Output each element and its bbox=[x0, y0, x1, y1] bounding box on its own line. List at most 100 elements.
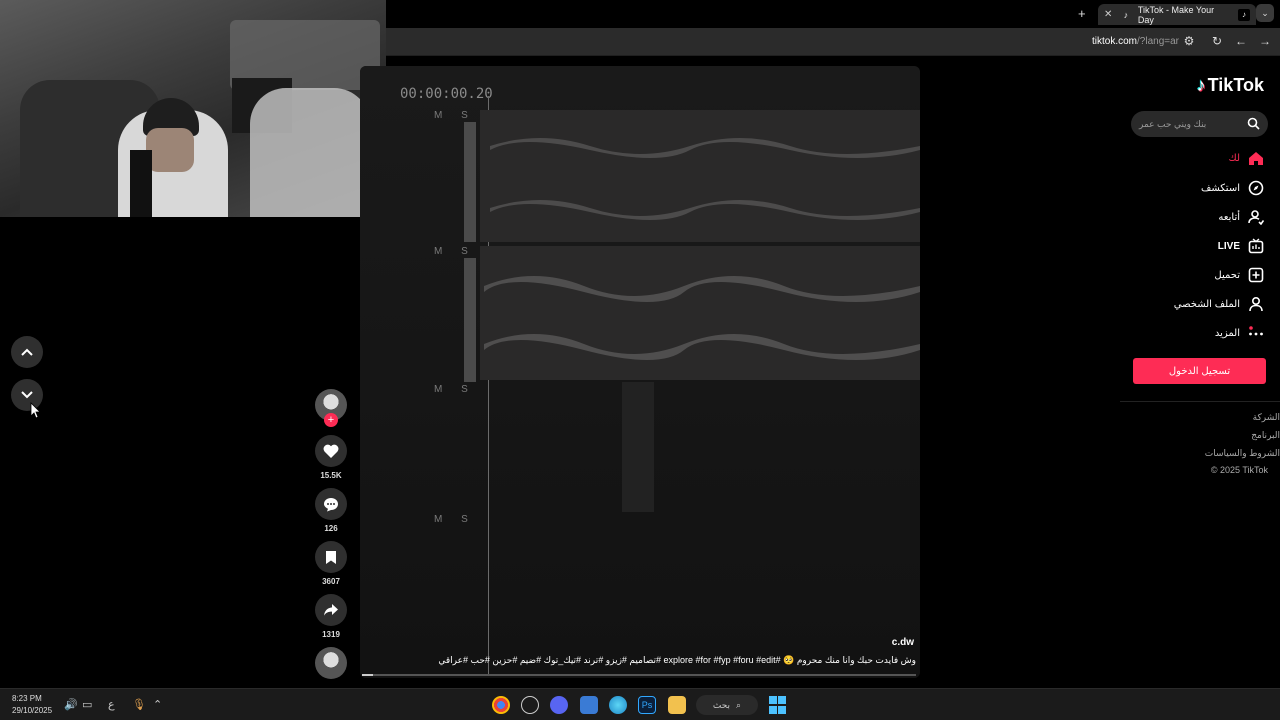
input-language[interactable]: ع bbox=[108, 698, 115, 711]
url-host: tiktok.com bbox=[1092, 36, 1138, 47]
video-progress-fill bbox=[362, 674, 374, 676]
desktop-app-icon[interactable] bbox=[580, 696, 598, 714]
microphone-icon[interactable]: 🎙 bbox=[132, 698, 146, 711]
action-bar: + 15.5K 126 3607 1319 bbox=[314, 389, 348, 679]
save-count: 3607 bbox=[322, 577, 340, 586]
browser-tab[interactable]: ✕ ♪ TikTok - Make Your Day ♪ bbox=[1098, 4, 1256, 25]
nav-live[interactable]: LIVE bbox=[1218, 238, 1264, 254]
tab-search-icon[interactable]: ⌄ bbox=[1256, 4, 1274, 22]
track-meter bbox=[464, 258, 476, 382]
reload-icon[interactable]: ↻ bbox=[1210, 34, 1224, 48]
search-input[interactable]: بنك ويني حب عمر bbox=[1131, 111, 1268, 137]
nav-more[interactable]: المزيد bbox=[1215, 325, 1264, 341]
sidebar: ♪ TikTok بنك ويني حب عمر لك استكشف أتابع… bbox=[1120, 57, 1280, 687]
url-text[interactable]: tiktok.com/?lang=ar bbox=[1092, 36, 1179, 47]
taskbar-search[interactable]: بحث ⌕ bbox=[696, 695, 758, 715]
browser-tab-bar: + ✕ ♪ TikTok - Make Your Day ♪ ⌄ bbox=[386, 0, 1280, 28]
chevron-down-icon bbox=[21, 391, 33, 399]
bookmark-icon bbox=[326, 550, 336, 564]
forward-icon[interactable]: → bbox=[1258, 34, 1272, 48]
track-ms-label: M S bbox=[434, 384, 476, 395]
taskbar-clock[interactable]: 8:23 PM 29/10/2025 bbox=[12, 693, 52, 717]
microphone bbox=[130, 150, 152, 217]
heart-icon bbox=[323, 444, 339, 458]
footer-terms-link[interactable]: الشروط والسياسات bbox=[1205, 448, 1280, 459]
taskbar-search-icon: ⌕ bbox=[736, 699, 742, 710]
comment-button[interactable] bbox=[315, 488, 347, 520]
webcam-overlay bbox=[0, 0, 386, 217]
audio-track-2 bbox=[480, 246, 920, 380]
nav-label: أتابعه bbox=[1218, 211, 1240, 223]
tiktok-favicon-icon: ♪ bbox=[1123, 9, 1129, 20]
nav-label: لك bbox=[1228, 153, 1240, 164]
face bbox=[146, 128, 194, 172]
video-caption: وش فايدت حبك وانا منك محروم 🥺 #explore #… bbox=[438, 655, 916, 665]
gaming-chair-right bbox=[250, 88, 370, 217]
profile-icon bbox=[1249, 296, 1263, 312]
edge-icon[interactable] bbox=[609, 696, 627, 714]
clock-date: 29/10/2025 bbox=[12, 706, 53, 715]
track-ms-label: M S bbox=[434, 110, 476, 121]
logo-text: TikTok bbox=[1207, 75, 1264, 95]
nav-label: الملف الشخصي bbox=[1173, 298, 1240, 310]
music-disc-avatar[interactable] bbox=[315, 647, 347, 679]
discord-icon[interactable] bbox=[550, 696, 568, 714]
footer-copyright: © 2025 TikTok bbox=[1210, 465, 1268, 475]
nav-following[interactable]: أتابعه bbox=[1218, 209, 1264, 225]
share-icon bbox=[324, 604, 338, 616]
windows-taskbar: 8:23 PM 29/10/2025 🔊 ▭ ع 🎙 ⌃ Ps بحث ⌕ bbox=[0, 688, 1280, 720]
following-icon bbox=[1248, 210, 1264, 225]
save-button[interactable] bbox=[315, 541, 347, 573]
live-icon bbox=[1248, 238, 1264, 254]
address-bar[interactable]: tiktok.com/?lang=ar ⚙ ↻ ← → bbox=[386, 28, 1280, 56]
tiktok-logo[interactable]: ♪ TikTok bbox=[1197, 75, 1264, 96]
clock-time: 8:23 PM bbox=[12, 694, 42, 703]
compass-icon bbox=[1248, 180, 1264, 196]
nav-upload[interactable]: تحميل bbox=[1214, 267, 1264, 283]
url-path: /?lang=ar bbox=[1137, 36, 1179, 47]
photoshop-icon[interactable]: Ps bbox=[638, 696, 656, 714]
share-count: 1319 bbox=[322, 630, 340, 639]
mouse-cursor-icon bbox=[30, 402, 41, 419]
creator-avatar[interactable]: + bbox=[315, 389, 347, 427]
chevron-up-icon bbox=[21, 348, 33, 356]
comment-count: 126 bbox=[324, 524, 338, 533]
waveform-1 bbox=[490, 138, 920, 220]
video-timecode: 00:00:00.20 bbox=[400, 86, 493, 102]
login-button[interactable]: تسجيل الدخول bbox=[1133, 358, 1266, 384]
network-icon[interactable]: ▭ bbox=[82, 698, 92, 711]
new-tab-button[interactable]: + bbox=[1078, 6, 1086, 21]
track-ms-label: M S bbox=[434, 246, 476, 257]
video-frame: 00:00:00.20 M S M S M S M S bbox=[360, 66, 920, 678]
like-count: 15.5K bbox=[320, 471, 342, 480]
upload-icon bbox=[1248, 267, 1264, 283]
search-placeholder: بنك ويني حب عمر bbox=[1139, 118, 1207, 129]
nav-explore[interactable]: استكشف bbox=[1201, 180, 1264, 196]
share-button[interactable] bbox=[315, 594, 347, 626]
nav-label: المزيد bbox=[1214, 327, 1240, 339]
clock-app-icon[interactable] bbox=[521, 696, 539, 714]
nav-for-you[interactable]: لك bbox=[1229, 151, 1264, 166]
volume-icon[interactable]: 🔊 bbox=[64, 698, 78, 711]
nav-profile[interactable]: الملف الشخصي bbox=[1174, 296, 1264, 312]
track-meter bbox=[464, 122, 476, 242]
file-explorer-icon[interactable] bbox=[668, 696, 686, 714]
follow-plus-icon[interactable]: + bbox=[324, 413, 338, 427]
tiktok-extension-icon[interactable]: ♪ bbox=[1238, 8, 1251, 21]
video-progress-bar[interactable] bbox=[362, 674, 916, 676]
windows-start-icon[interactable] bbox=[768, 696, 786, 714]
tray-expand-icon[interactable]: ⌃ bbox=[153, 698, 162, 711]
footer-company-link[interactable]: الشركة bbox=[1253, 412, 1280, 423]
video-author[interactable]: c.dw bbox=[892, 637, 914, 648]
previous-video-button[interactable] bbox=[11, 336, 43, 368]
like-button[interactable] bbox=[315, 435, 347, 467]
comment-icon bbox=[324, 497, 338, 511]
footer-program-link[interactable]: البرنامج bbox=[1251, 430, 1280, 441]
search-icon[interactable] bbox=[1247, 117, 1260, 130]
back-icon[interactable]: ← bbox=[1234, 34, 1248, 48]
site-settings-icon[interactable]: ⚙ bbox=[1182, 34, 1196, 48]
sidebar-divider bbox=[1120, 401, 1280, 402]
close-tab-icon[interactable]: ✕ bbox=[1104, 9, 1114, 20]
video-player[interactable]: 00:00:00.20 M S M S M S M S c.dw وش فايد… bbox=[360, 66, 920, 678]
chrome-icon[interactable] bbox=[492, 696, 510, 714]
